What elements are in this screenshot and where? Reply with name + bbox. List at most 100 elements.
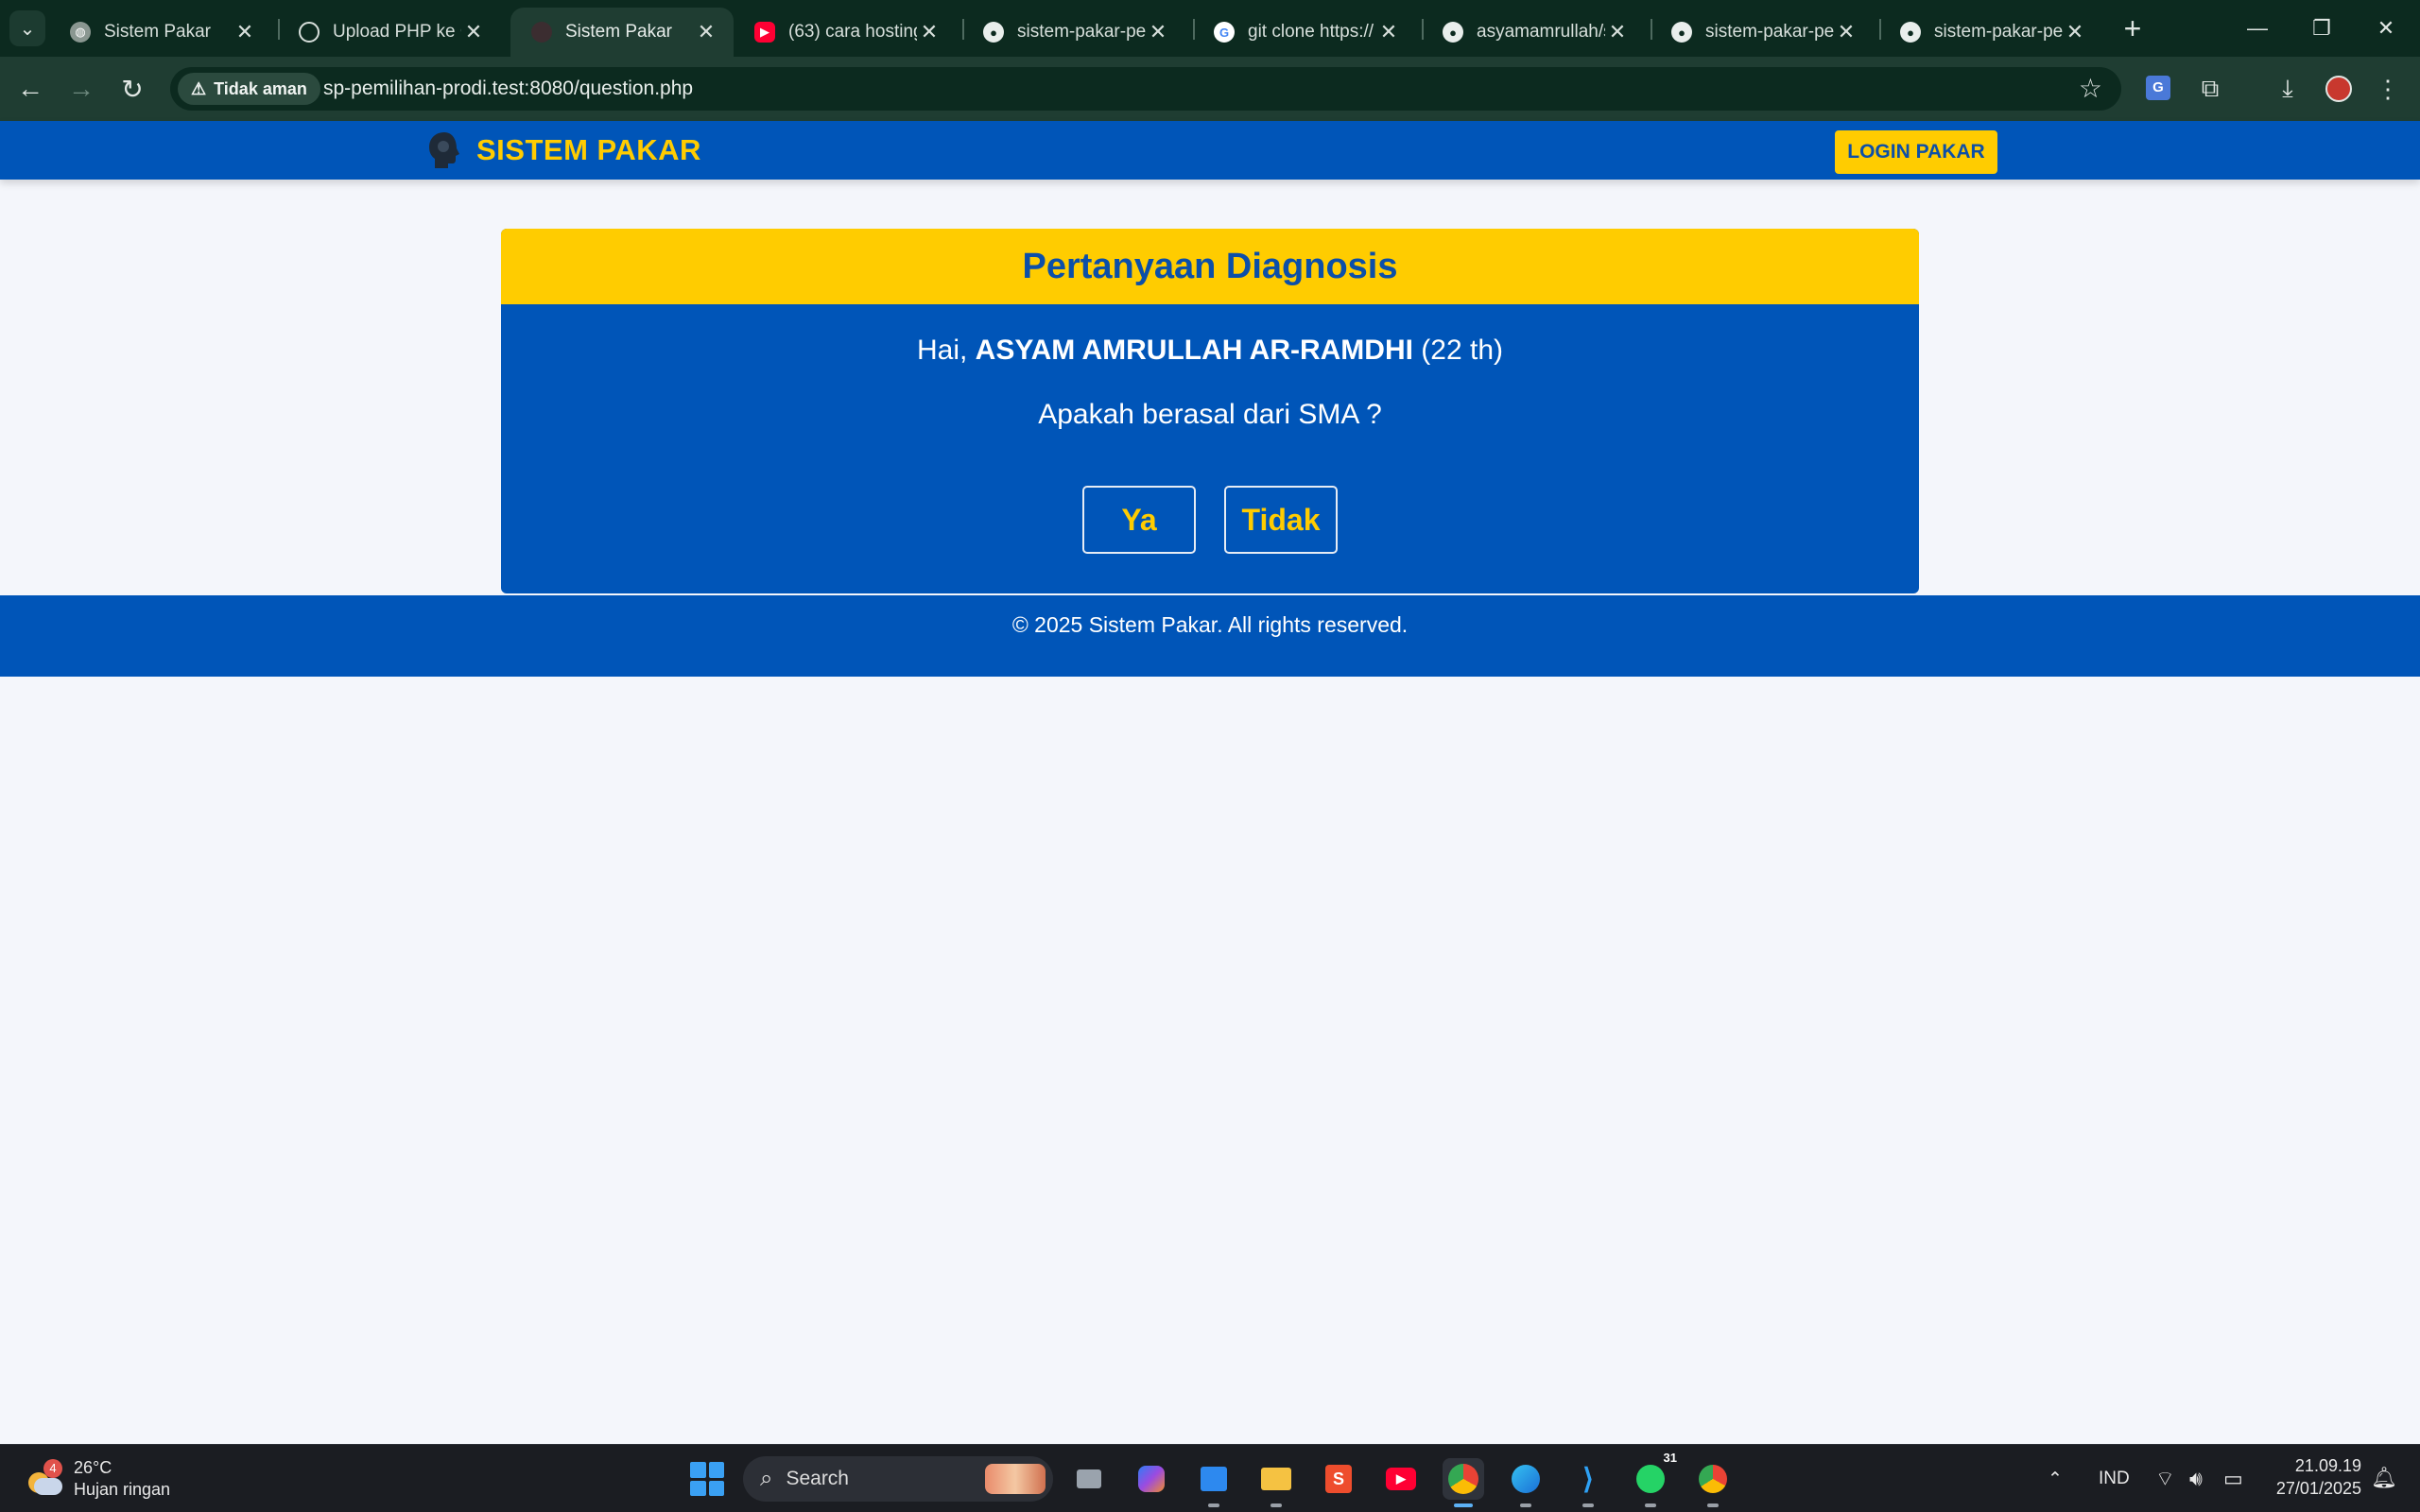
chatgpt-icon xyxy=(299,22,320,43)
security-indicator[interactable]: ⚠ Tidak aman xyxy=(178,73,320,105)
minimize-icon[interactable]: — xyxy=(2229,8,2286,49)
tab-git-clone[interactable]: G git clone https:// ✕ xyxy=(1193,8,1416,57)
close-icon[interactable]: ✕ xyxy=(1605,20,1630,44)
tab-title: sistem-pakar-pe xyxy=(1017,22,1146,42)
youtube-icon: ▶ xyxy=(754,22,775,43)
shopee-icon[interactable]: S xyxy=(1318,1458,1359,1500)
tab-github-1[interactable]: ● sistem-pakar-pe ✕ xyxy=(962,8,1185,57)
back-icon[interactable]: ← xyxy=(9,68,51,110)
copyright-text: © 2025 Sistem Pakar. All rights reserved… xyxy=(1011,612,1409,637)
url-text[interactable]: sp-pemilihan-prodi.test:8080/question.ph… xyxy=(323,77,693,100)
tab-title: Upload PHP ke G xyxy=(333,22,461,42)
google-icon: G xyxy=(1214,22,1235,43)
login-pakar-button[interactable]: LOGIN PAKAR xyxy=(1835,130,1997,174)
close-icon[interactable]: ✕ xyxy=(1834,20,1858,44)
file-explorer-icon[interactable] xyxy=(1255,1458,1297,1507)
tab-title: sistem-pakar-pe xyxy=(1934,22,2063,42)
windows-start-icon[interactable] xyxy=(690,1462,724,1496)
menu-kebab-icon[interactable]: ⋮ xyxy=(2369,70,2407,108)
system-clock[interactable]: 21.09.19 27/01/2025 xyxy=(2261,1454,2361,1500)
clock-date: 27/01/2025 xyxy=(2275,1479,2361,1498)
tab-github-3[interactable]: ● sistem-pakar-pe ✕ xyxy=(1651,8,1874,57)
greeting: Hai, ASYAM AMRULLAH AR-RAMDHI (22 th) xyxy=(501,335,1919,367)
close-icon[interactable]: ✕ xyxy=(917,20,942,44)
reload-icon[interactable]: ↻ xyxy=(112,68,153,110)
battery-icon[interactable]: ▭ xyxy=(2223,1445,2243,1512)
notification-bell-icon[interactable]: 🔔︎ xyxy=(2371,1466,2397,1490)
copilot-icon[interactable] xyxy=(1131,1458,1172,1500)
weather-description: Hujan ringan xyxy=(74,1480,171,1499)
youtube-app-icon[interactable]: ▶ xyxy=(1380,1458,1422,1500)
weather-temperature: 26°C xyxy=(74,1458,112,1477)
close-icon[interactable]: ✕ xyxy=(1146,20,1170,44)
tab-upload-php[interactable]: Upload PHP ke G ✕ xyxy=(278,8,501,57)
new-tab-icon[interactable]: + xyxy=(2114,9,2152,47)
github-icon: ● xyxy=(983,22,1004,43)
github-icon: ● xyxy=(1900,22,1921,43)
wifi-icon[interactable]: ⌔ xyxy=(2155,1445,2175,1512)
browser-toolbar: ← → ↻ ⚠ Tidak aman sp-pemilihan-prodi.te… xyxy=(0,57,2420,121)
microsoft-store-icon[interactable] xyxy=(1193,1458,1235,1507)
chrome-app-icon[interactable] xyxy=(1443,1458,1484,1507)
close-icon[interactable]: ✕ xyxy=(233,20,257,44)
github-icon: ● xyxy=(1443,22,1463,43)
head-icon xyxy=(531,22,552,43)
brand[interactable]: SISTEM PAKAR xyxy=(427,130,701,170)
tab-sistem-pakar-1[interactable]: ◍ Sistem Pakar ✕ xyxy=(49,8,272,57)
site-footer: © 2025 Sistem Pakar. All rights reserved… xyxy=(0,595,2420,677)
input-language[interactable]: IND xyxy=(2099,1445,2130,1512)
security-label: Tidak aman xyxy=(214,78,307,98)
browser-tab-strip: ⌄ ◍ Sistem Pakar ✕ Upload PHP ke G ✕ Sis… xyxy=(0,0,2420,57)
globe-icon: ◍ xyxy=(70,22,91,43)
search-highlight-image xyxy=(985,1464,1046,1494)
edge-icon[interactable] xyxy=(1505,1458,1547,1507)
vscode-icon[interactable]: ⟩ xyxy=(1567,1458,1609,1507)
card-header: Pertanyaan Diagnosis xyxy=(501,229,1919,304)
close-icon[interactable]: ✕ xyxy=(1376,20,1401,44)
no-button[interactable]: Tidak xyxy=(1224,486,1338,554)
user-name: ASYAM AMRULLAH AR-RAMDHI xyxy=(975,335,1413,366)
translate-icon[interactable]: G xyxy=(2146,76,2170,100)
close-icon[interactable]: ✕ xyxy=(461,20,486,44)
download-icon[interactable]: ⤓ xyxy=(2269,70,2307,108)
tab-search-chevron-icon[interactable]: ⌄ xyxy=(9,10,45,46)
weather-badge: 4 xyxy=(43,1459,62,1478)
whatsapp-badge: 31 xyxy=(1663,1451,1677,1465)
restore-icon[interactable]: ❐ xyxy=(2293,8,2350,49)
windows-taskbar: 4 26°C Hujan ringan ⌕ Search S ▶ ⟩ 31 ⌃ … xyxy=(0,1444,2420,1512)
close-icon[interactable]: ✕ xyxy=(2063,20,2087,44)
brand-name: SISTEM PAKAR xyxy=(476,133,701,166)
head-profile-icon xyxy=(429,132,459,168)
weather-widget[interactable]: 4 26°C Hujan ringan xyxy=(25,1454,170,1503)
card-title: Pertanyaan Diagnosis xyxy=(1022,246,1398,286)
task-view-icon[interactable] xyxy=(1068,1458,1110,1500)
taskbar-search[interactable]: ⌕ Search xyxy=(743,1456,1053,1502)
tab-github-2[interactable]: ● asyamamrullah/s ✕ xyxy=(1422,8,1645,57)
tab-title: asyamamrullah/s xyxy=(1477,22,1605,42)
volume-icon[interactable]: 🔊︎ xyxy=(2189,1445,2203,1512)
tab-github-4[interactable]: ● sistem-pakar-pe ✕ xyxy=(1879,8,2102,57)
clock-time: 21.09.19 xyxy=(2294,1456,2361,1475)
bookmark-star-icon[interactable]: ☆ xyxy=(2079,75,2102,103)
yes-button[interactable]: Ya xyxy=(1082,486,1196,554)
profile-avatar[interactable] xyxy=(2325,76,2352,102)
search-label: Search xyxy=(786,1468,849,1489)
tab-title: Sistem Pakar xyxy=(565,22,672,42)
show-hidden-icons-chevron-icon[interactable]: ⌃ xyxy=(2048,1445,2063,1512)
user-age: (22 th) xyxy=(1412,335,1504,366)
tab-title: git clone https:// xyxy=(1248,22,1374,42)
close-icon[interactable]: ✕ xyxy=(694,20,718,44)
question-card: Pertanyaan Diagnosis Hai, ASYAM AMRULLAH… xyxy=(501,229,1919,593)
tab-title: (63) cara hosting xyxy=(788,22,917,42)
extensions-puzzle-icon[interactable]: ⧉ xyxy=(2191,70,2229,108)
tab-sistem-pakar-active[interactable]: Sistem Pakar ✕ xyxy=(510,8,734,57)
tab-youtube-hosting[interactable]: ▶ (63) cara hosting ✕ xyxy=(734,8,957,57)
chrome-profile-icon[interactable] xyxy=(1692,1458,1734,1507)
whatsapp-icon[interactable]: 31 xyxy=(1630,1451,1677,1507)
window-close-icon[interactable]: ✕ xyxy=(2358,8,2414,49)
forward-icon[interactable]: → xyxy=(60,68,102,110)
tab-title: Sistem Pakar xyxy=(104,22,211,42)
site-header: SISTEM PAKAR LOGIN PAKAR xyxy=(0,121,2420,180)
greeting-prefix: Hai, xyxy=(916,335,976,366)
address-bar[interactable]: ⚠ Tidak aman sp-pemilihan-prodi.test:808… xyxy=(170,67,2121,111)
